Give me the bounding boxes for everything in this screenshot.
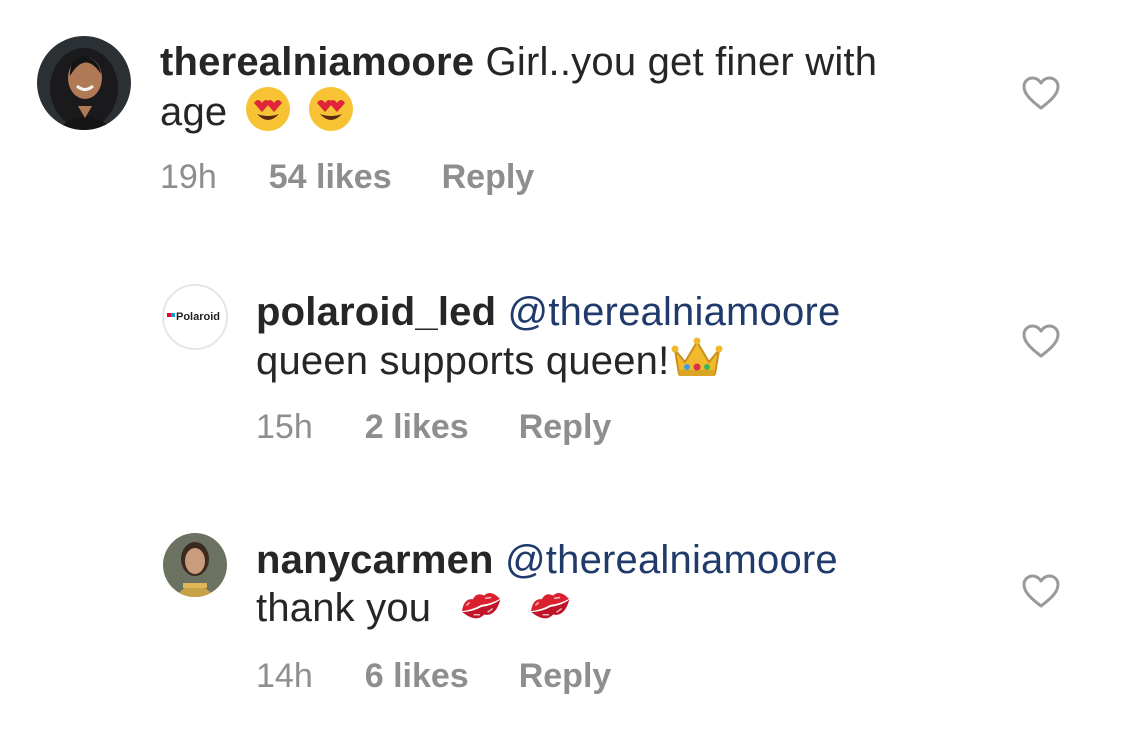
comment-meta: 14h 6 likes Reply [256, 657, 611, 696]
comment-meta: 15h 2 likes Reply [256, 408, 611, 447]
polaroid-logo-text: Polaroid [176, 311, 220, 323]
comment-mention[interactable]: @therealniamoore [508, 290, 841, 334]
comment-username[interactable]: nanycarmen [256, 538, 494, 582]
comment-body-line2: age [160, 90, 228, 135]
comment-time: 14h [256, 657, 313, 695]
comment-text: therealniamoore Girl..you get finer with… [160, 38, 980, 143]
comment-text: nanycarmen @therealniamoore thank you [256, 536, 996, 636]
comment-mention[interactable]: @therealniamoore [505, 538, 838, 582]
reply-button[interactable]: Reply [519, 408, 612, 447]
heart-outline-icon[interactable] [1021, 322, 1061, 362]
reply-button[interactable]: Reply [442, 158, 535, 197]
heart-outline-icon[interactable] [1021, 572, 1061, 612]
reply-button[interactable]: Reply [519, 657, 612, 696]
comment-username[interactable]: polaroid_led [256, 290, 496, 334]
avatar[interactable] [37, 36, 131, 130]
kiss-mark-emoji [526, 585, 574, 636]
heart-eyes-emoji [245, 86, 291, 143]
comment-username[interactable]: therealniamoore [160, 40, 474, 84]
heart-eyes-emoji [308, 86, 354, 143]
comment-item: therealniamoore Girl..you get finer with… [0, 0, 1125, 230]
kiss-mark-emoji [457, 585, 505, 636]
comment-meta: 19h 54 likes Reply [160, 158, 534, 197]
avatar[interactable] [163, 533, 227, 597]
comment-likes[interactable]: 6 likes [365, 657, 469, 696]
comment-time: 19h [160, 158, 217, 196]
heart-outline-icon[interactable] [1021, 74, 1061, 114]
comment-likes[interactable]: 54 likes [269, 158, 392, 197]
comment-item: nanycarmen @therealniamoore thank you 14… [0, 480, 1125, 755]
comment-item: Polaroid polaroid_led @therealniamoore q… [0, 230, 1125, 480]
avatar[interactable]: Polaroid [162, 284, 228, 350]
comment-body-line2: queen supports queen! [256, 339, 670, 384]
comment-body-line2: thank you [256, 586, 432, 630]
comment-text: polaroid_led @therealniamoore queen supp… [256, 288, 996, 391]
crown-emoji [671, 336, 723, 391]
comment-body-line1: Girl..you get finer with [485, 40, 878, 84]
comment-likes[interactable]: 2 likes [365, 408, 469, 447]
comment-time: 15h [256, 408, 313, 446]
